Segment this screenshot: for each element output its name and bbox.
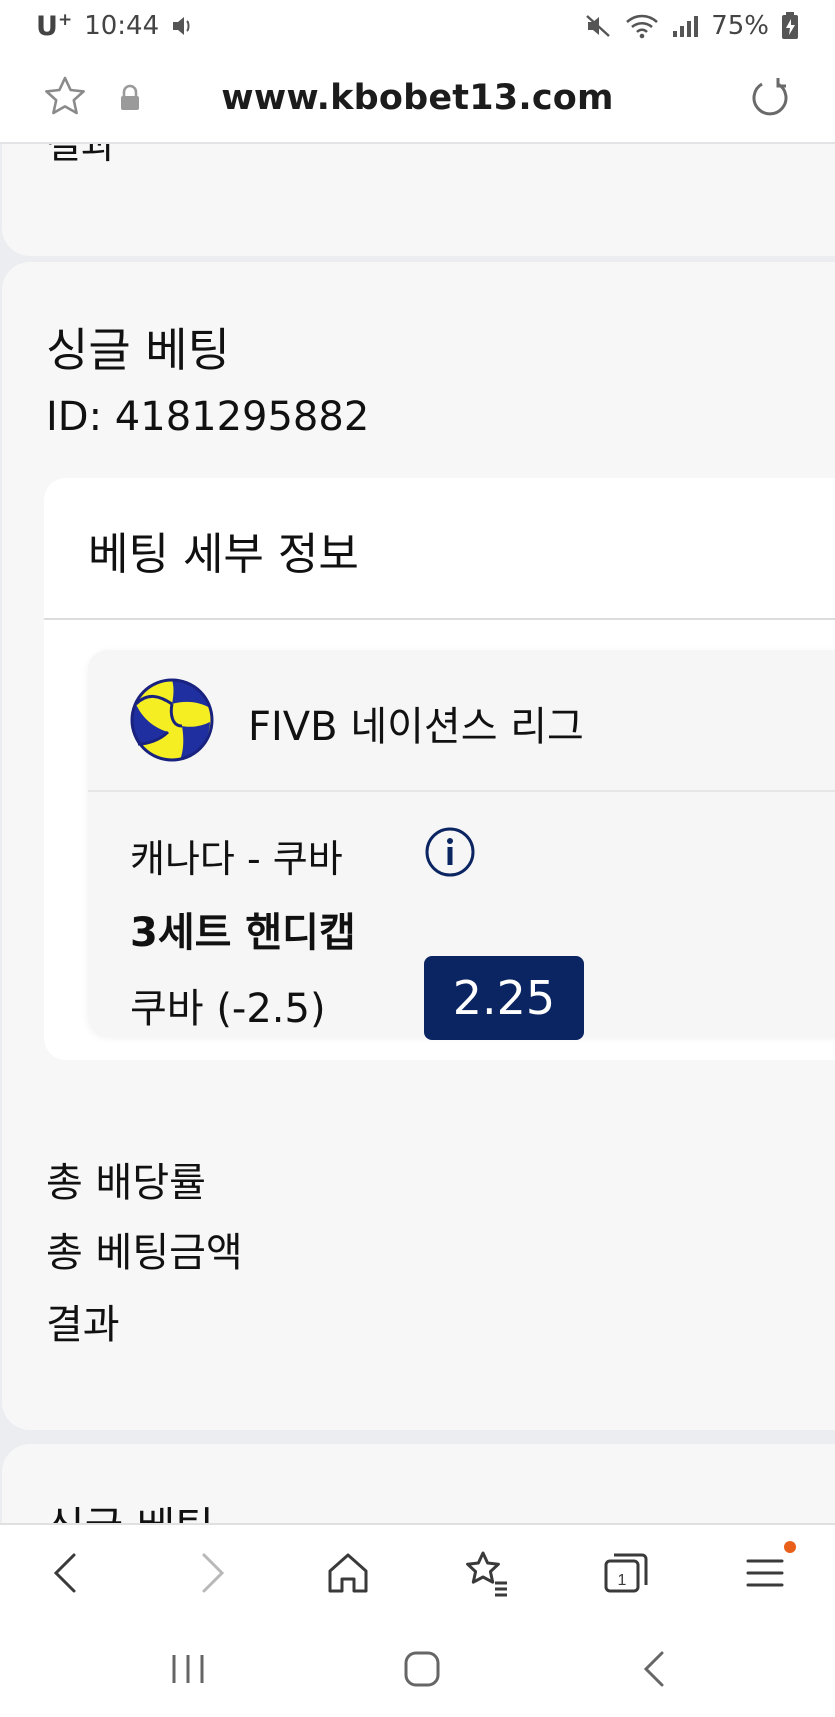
clock: 10:44 [84, 11, 160, 41]
status-right: 75% [585, 11, 799, 41]
battery-charging-icon [782, 12, 798, 39]
divider [44, 618, 835, 620]
bet-card-previous: 결과 [2, 144, 835, 256]
result-label: 결과 [46, 1302, 120, 1348]
forward-icon[interactable] [180, 1543, 240, 1603]
total-stake-label: 총 베팅금액 [46, 1230, 243, 1276]
bet-type-title: 싱글 베팅 [46, 323, 230, 377]
info-icon[interactable] [424, 826, 476, 878]
reload-icon[interactable] [748, 76, 792, 120]
volleyball-icon [130, 678, 214, 762]
browser-url-bar: www.kbobet13.com [0, 52, 835, 144]
system-back-icon[interactable] [628, 1645, 684, 1693]
market-name: 3세트 핸디캡 [130, 910, 356, 956]
bet-details-title: 베팅 세부 정보 [88, 529, 359, 580]
selection-name: 쿠바 (-2.5) [130, 986, 326, 1032]
bet-type-title: 싱글 베팅 [46, 1494, 214, 1523]
back-icon[interactable] [38, 1543, 98, 1603]
url-text[interactable]: www.kbobet13.com [0, 78, 835, 118]
divider [88, 790, 835, 792]
bet-id: ID: 4181295882 [46, 394, 370, 440]
carrier-label: U+ [36, 10, 73, 42]
status-left: U+ 10:44 [36, 10, 195, 42]
bet-details-panel: 베팅 세부 정보 FIVB 네이션스 리그 캐나다 - 쿠바 3세트 핸디캡 쿠… [44, 478, 835, 1060]
battery-percent: 75% [711, 11, 769, 41]
volume-icon [173, 17, 190, 35]
odds-badge: 2.25 [424, 956, 584, 1040]
wifi-icon [626, 14, 659, 39]
home-icon[interactable] [318, 1543, 378, 1603]
status-bar: U+ 10:44 75% [0, 0, 835, 52]
match-name: 캐나다 - 쿠바 [130, 837, 343, 881]
browser-bottom-nav: 1 [0, 1523, 835, 1619]
league-name: FIVB 네이션스 리그 [248, 704, 584, 750]
mute-icon [586, 15, 611, 37]
bet-card-next: 싱글 베팅 [2, 1444, 835, 1523]
notification-dot [784, 1541, 796, 1553]
bet-history-list[interactable]: 결과 싱글 베팅 ID: 4181295882 베팅 세부 정보 FIVB 네이… [0, 144, 835, 1523]
result-label: 결과 [46, 144, 116, 167]
tabs-icon[interactable]: 1 [596, 1543, 656, 1603]
bookmarks-icon[interactable] [457, 1543, 517, 1603]
signal-icon [673, 16, 699, 37]
page: U+ 10:44 75% www.kbobet13.com 결과 싱글 베팅 I… [0, 0, 835, 1717]
bet-card: 싱글 베팅 ID: 4181295882 베팅 세부 정보 FIVB 네이션스 … [2, 262, 835, 1430]
system-nav-bar [0, 1619, 835, 1717]
system-home-icon[interactable] [394, 1645, 450, 1693]
total-odds-label: 총 배당률 [46, 1160, 206, 1206]
event-card: FIVB 네이션스 리그 캐나다 - 쿠바 3세트 핸디캡 쿠바 (-2.5) … [88, 650, 835, 1040]
recents-icon[interactable] [160, 1645, 216, 1693]
svg-text:1: 1 [618, 1572, 627, 1589]
